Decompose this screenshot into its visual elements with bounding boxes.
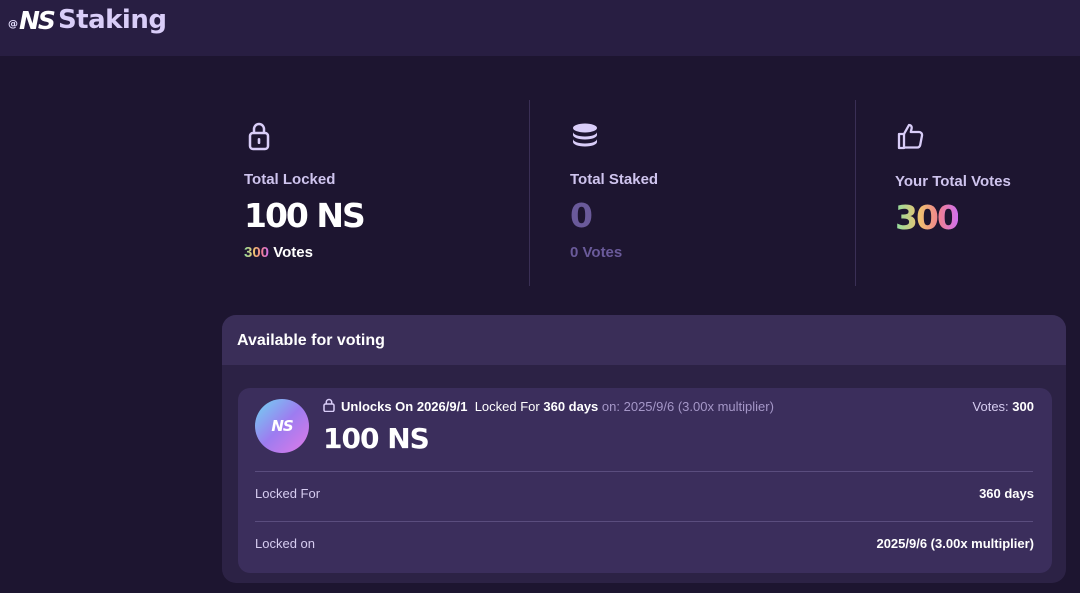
ns-token-icon: NS <box>255 399 309 453</box>
row-divider <box>255 521 1033 522</box>
total-locked-votes-label: Votes <box>273 244 313 261</box>
total-votes-label: Your Total Votes <box>895 173 1011 190</box>
panel-header: Available for voting <box>222 315 1066 365</box>
total-locked-votes-count: 300 <box>244 244 270 261</box>
coins-stack-icon <box>573 123 597 147</box>
lock-position-card[interactable]: NS Unlocks On 2026/9/1 Locked For 360 da… <box>238 388 1052 573</box>
stat-divider <box>529 100 530 286</box>
unlock-date: Unlocks On 2026/9/1 <box>341 399 468 414</box>
lock-meta-line: Unlocks On 2026/9/1 Locked For 360 days … <box>341 399 774 414</box>
total-locked-value: 100 NS <box>244 196 366 235</box>
locked-on-text: on: 2025/9/6 (3.00x multiplier) <box>601 399 774 414</box>
row-divider <box>255 471 1033 472</box>
locked-for-row-label: Locked For <box>255 486 321 501</box>
locked-for-row-value: 360 days <box>979 486 1034 501</box>
top-bar: @ NS Staking <box>0 0 1080 56</box>
locked-amount: 100 NS <box>323 422 430 455</box>
total-staked-label: Total Staked <box>570 171 659 188</box>
token-icon-text: NS <box>271 417 293 435</box>
stat-divider <box>855 100 856 286</box>
available-for-voting-panel: Available for voting NS Unlocks On 2026/… <box>222 315 1066 583</box>
page-title: Staking <box>57 5 167 35</box>
total-locked-label: Total Locked <box>244 171 336 188</box>
total-votes-value: 300 <box>895 198 960 237</box>
total-staked-value: 0 <box>570 196 593 235</box>
logo-ns-mark: NS <box>19 5 56 35</box>
card-votes: Votes: 300 <box>973 399 1034 414</box>
total-locked-stat: Total Locked 100 NS 300 Votes <box>244 100 524 286</box>
total-staked-votes: 0 Votes <box>570 244 623 261</box>
total-locked-votes: 300 Votes <box>244 244 313 261</box>
card-votes-value: 300 <box>1012 399 1034 414</box>
locked-on-row-label: Locked on <box>255 536 315 551</box>
locked-for-prefix: Locked For <box>474 399 540 414</box>
app-logo[interactable]: @ NS Staking <box>8 4 167 36</box>
total-votes-stat: Your Total Votes 300 <box>895 100 1075 286</box>
locked-on-row-value: 2025/9/6 (3.00x multiplier) <box>876 536 1034 551</box>
lock-icon <box>248 122 270 151</box>
panel-title: Available for voting <box>237 332 385 349</box>
thumbs-up-icon <box>897 123 924 150</box>
total-staked-stat: Total Staked 0 0 Votes <box>570 100 850 286</box>
locked-for-value: 360 days <box>543 399 599 414</box>
lock-icon <box>323 398 335 412</box>
card-votes-label: Votes: <box>972 399 1009 414</box>
logo-at-symbol: @ <box>8 18 18 30</box>
